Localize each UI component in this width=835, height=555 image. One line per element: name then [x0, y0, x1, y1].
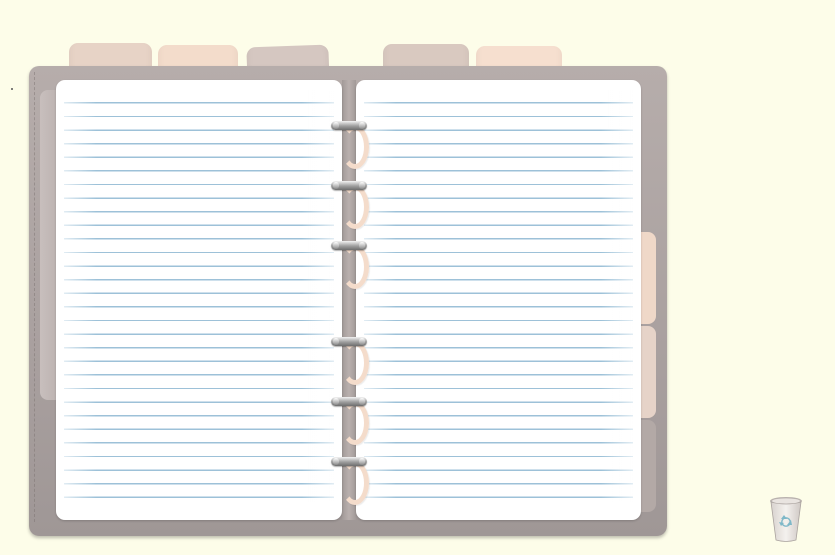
left-page[interactable]	[56, 80, 342, 520]
ruled-lines	[64, 90, 334, 502]
right-page[interactable]	[356, 80, 641, 520]
ruled-lines	[364, 90, 633, 502]
binder-ring	[331, 337, 369, 385]
binder-ring	[331, 397, 369, 445]
binder-ring	[331, 181, 369, 229]
cursor-speck	[11, 88, 13, 90]
binder-ring	[331, 121, 369, 169]
binder-ring	[331, 241, 369, 289]
planner-desktop	[0, 0, 835, 555]
recycle-bin-icon[interactable]	[768, 495, 804, 543]
binder-ring	[331, 457, 369, 505]
